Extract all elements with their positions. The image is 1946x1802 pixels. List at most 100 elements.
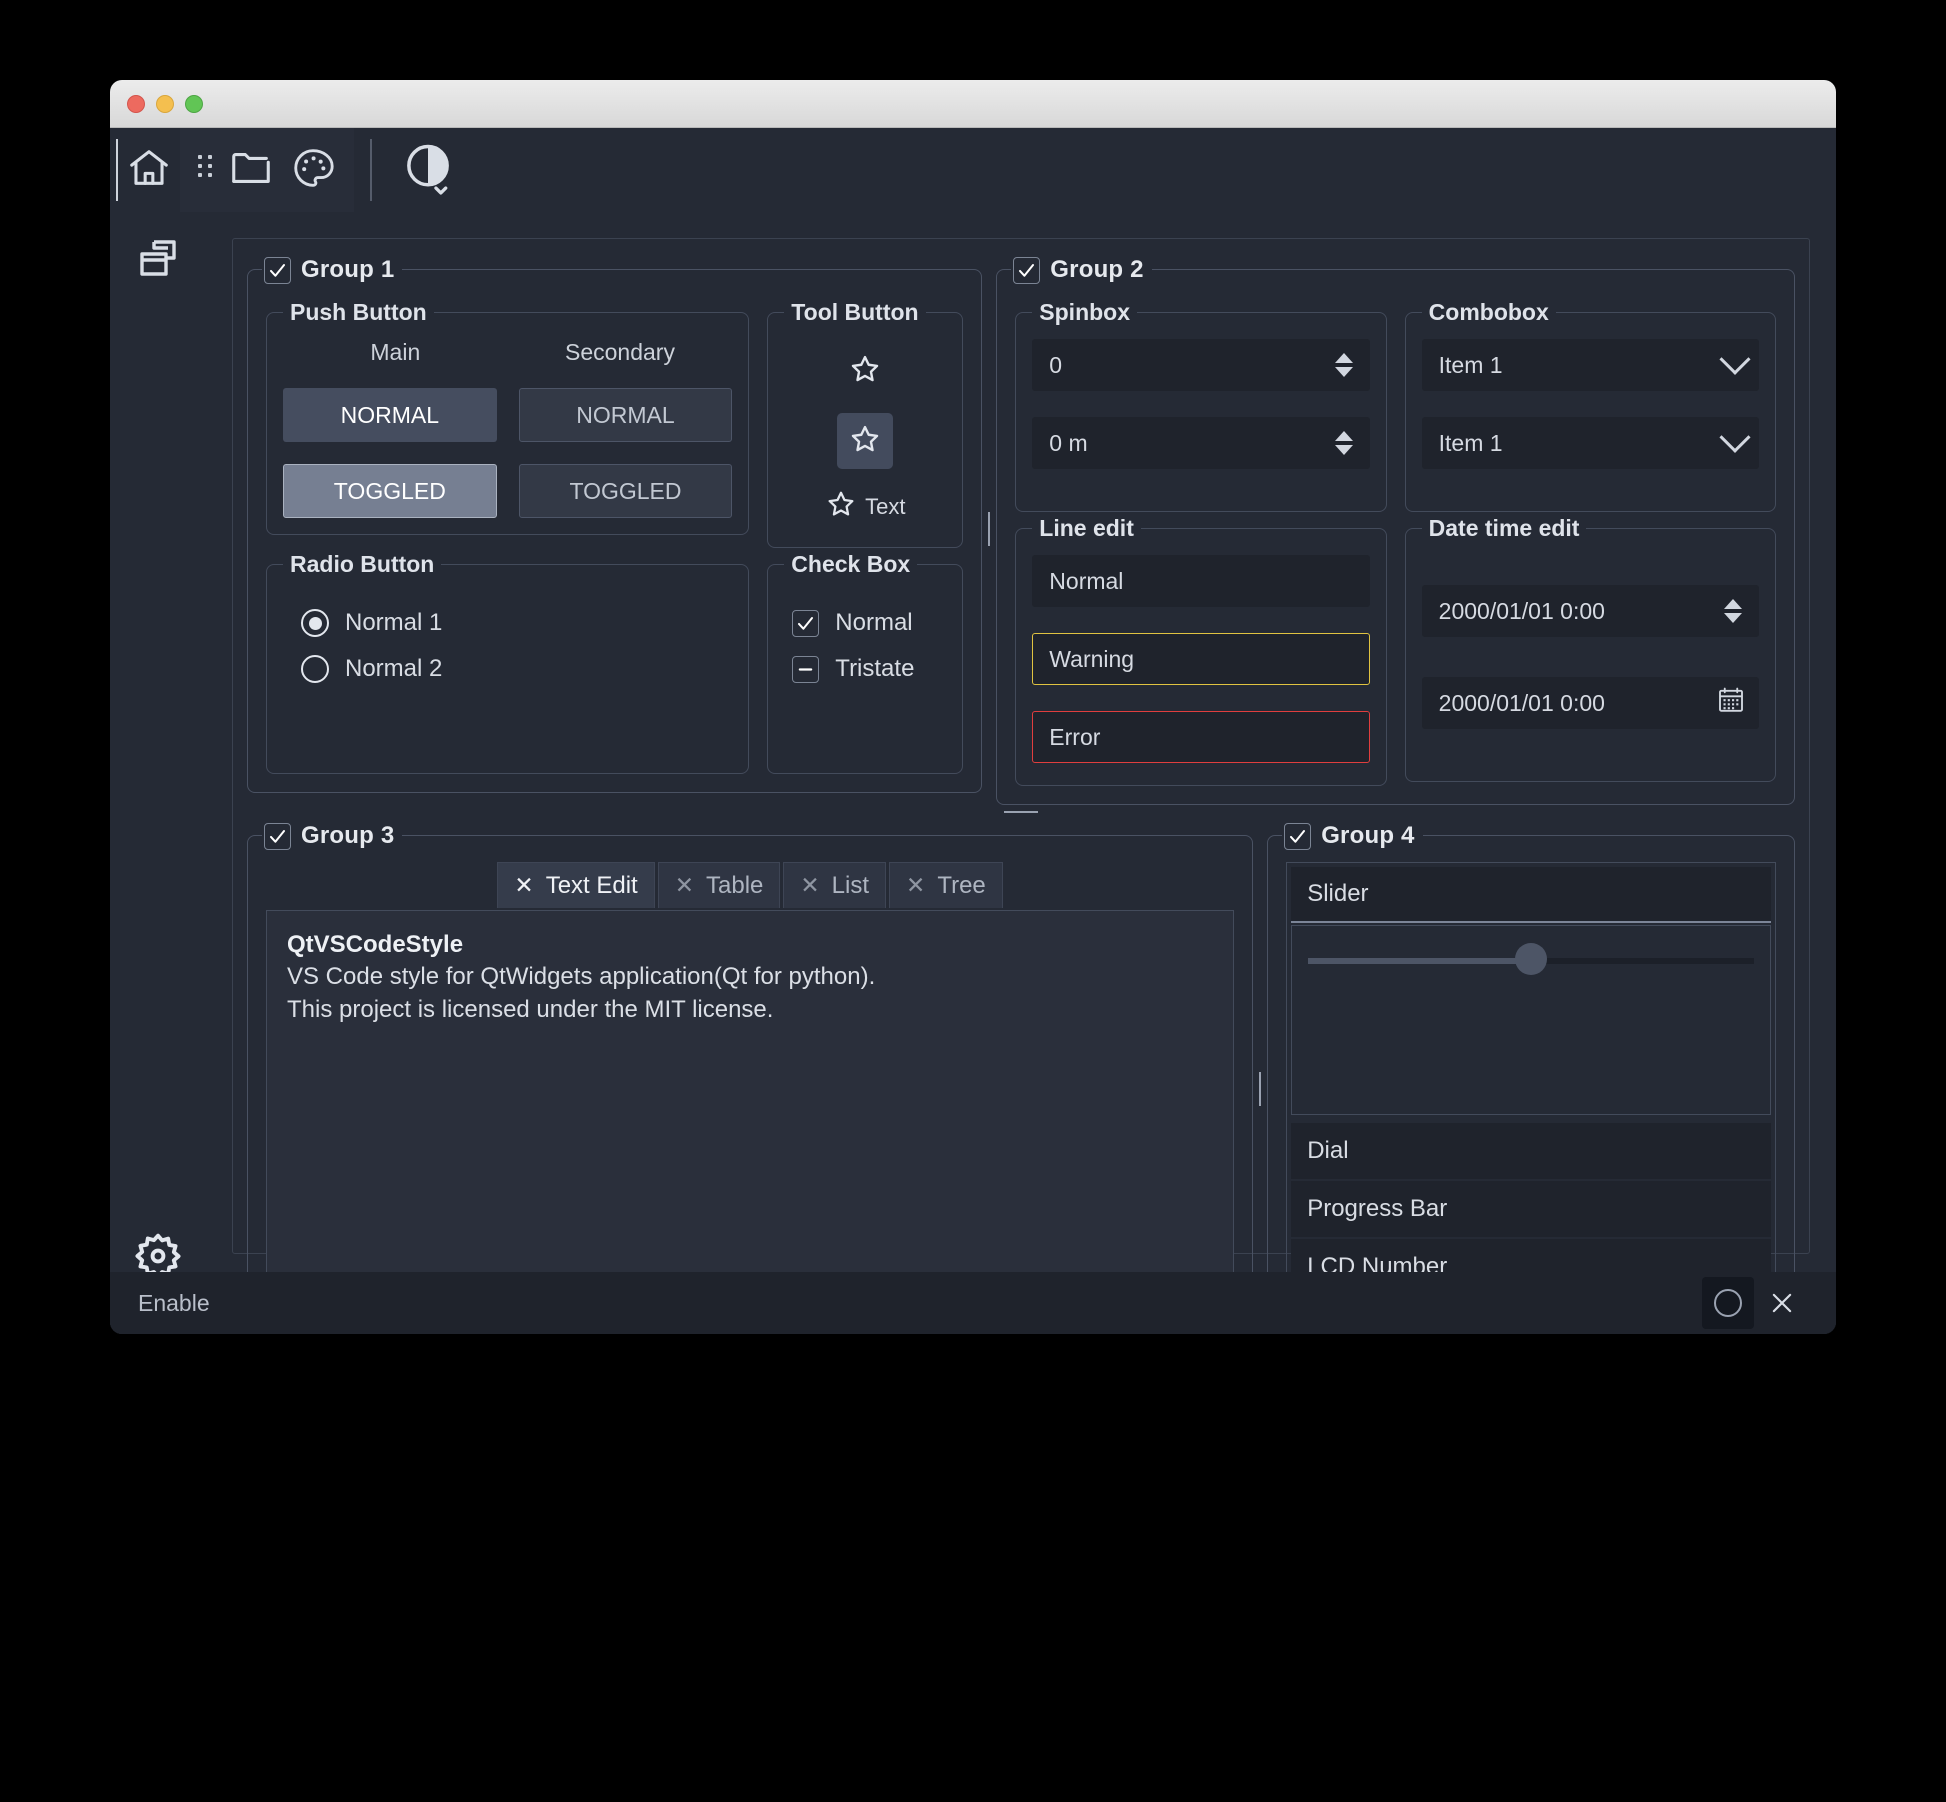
push-button-row-toggled: TOGGLED TOGGLED xyxy=(283,464,732,518)
main-toolbar xyxy=(110,128,1836,212)
radio-option-normal-2[interactable]: Normal 2 xyxy=(301,655,732,683)
check-option-tristate[interactable]: Tristate xyxy=(792,655,946,683)
line-edit-normal-value: Normal xyxy=(1049,568,1356,595)
open-folder-button[interactable] xyxy=(220,139,282,201)
spinbox-double[interactable]: 0 m xyxy=(1032,417,1369,469)
chevron-down-icon[interactable] xyxy=(1719,422,1750,453)
vertical-splitter-handle-bottom[interactable] xyxy=(1253,819,1267,1334)
push-button-row-normal: NORMAL NORMAL xyxy=(283,388,732,442)
close-icon[interactable]: ✕ xyxy=(675,872,694,899)
close-icon[interactable]: ✕ xyxy=(514,872,533,899)
line-edit-error[interactable]: Error xyxy=(1032,711,1369,763)
windows-button[interactable] xyxy=(110,212,206,308)
push-button-group: Push Button Main Secondary NORMAL NORMAL xyxy=(266,312,749,535)
group-1-top-row: Push Button Main Secondary NORMAL NORMAL xyxy=(266,296,963,548)
tab-label: Table xyxy=(706,872,763,900)
window-titlebar xyxy=(110,80,1836,128)
toolbox-section-progress-bar[interactable]: Progress Bar xyxy=(1291,1181,1771,1237)
radio-button-group: Radio Button Normal 1 Normal 2 xyxy=(266,564,749,774)
radio-indicator xyxy=(301,655,329,683)
tool-button-group: Tool Button xyxy=(767,312,963,548)
tab-label: List xyxy=(832,872,869,900)
main-toggled-button[interactable]: TOGGLED xyxy=(283,464,497,518)
drag-handle-icon[interactable] xyxy=(198,155,212,185)
home-button[interactable] xyxy=(118,139,180,201)
group-2: Group 2 Spinbox 0 xyxy=(996,269,1795,805)
group-2-checkbox[interactable] xyxy=(1013,257,1040,284)
combobox-1[interactable]: Item 1 xyxy=(1422,339,1759,391)
main-normal-button[interactable]: NORMAL xyxy=(283,388,497,442)
tab-tree[interactable]: ✕ Tree xyxy=(889,862,1003,908)
group-2-title: Group 2 xyxy=(1011,253,1151,287)
group-4-checkbox[interactable] xyxy=(1284,823,1311,850)
group-3-label: Group 3 xyxy=(301,822,394,850)
status-circle-button[interactable] xyxy=(1702,1277,1754,1329)
maximize-window-button[interactable] xyxy=(185,95,203,113)
check-option-normal[interactable]: Normal xyxy=(792,609,946,637)
app-window: Group 1 Push Button Main Secondary xyxy=(110,80,1836,1334)
tool-button-with-text[interactable]: Text xyxy=(817,483,913,531)
spinbox-int[interactable]: 0 xyxy=(1032,339,1369,391)
spinbox-arrows[interactable] xyxy=(1331,353,1357,377)
spinbox-group-title: Spinbox xyxy=(1032,297,1137,327)
check-box-group-title: Check Box xyxy=(784,549,917,579)
star-icon xyxy=(825,488,857,526)
theme-contrast-button[interactable] xyxy=(388,128,468,212)
toolbox-section-slider[interactable]: Slider xyxy=(1291,867,1771,923)
secondary-toggled-button[interactable]: TOGGLED xyxy=(519,464,733,518)
line-edit-warning[interactable]: Warning xyxy=(1032,633,1369,685)
content-frame: Group 1 Push Button Main Secondary xyxy=(232,238,1810,1254)
tab-table[interactable]: ✕ Table xyxy=(658,862,781,908)
check-option-label: Tristate xyxy=(835,655,914,683)
date-time-edit-group-title: Date time edit xyxy=(1422,513,1587,543)
contrast-icon xyxy=(400,140,456,201)
text-edit-area[interactable]: QtVSCodeStyle VS Code style for QtWidget… xyxy=(266,910,1234,1334)
windows-icon xyxy=(134,234,182,287)
text-edit-line-1: VS Code style for QtWidgets application(… xyxy=(287,961,1213,993)
close-icon xyxy=(1767,1288,1797,1318)
radio-button-group-title: Radio Button xyxy=(283,549,441,579)
line-edit-warning-value: Warning xyxy=(1049,646,1356,673)
horizontal-splitter-handle[interactable] xyxy=(247,811,1795,813)
tab-list[interactable]: ✕ List xyxy=(783,862,886,908)
palette-button[interactable] xyxy=(282,139,344,201)
radio-option-normal-1[interactable]: Normal 1 xyxy=(301,609,732,637)
group-3-checkbox[interactable] xyxy=(264,823,291,850)
status-close-button[interactable] xyxy=(1754,1277,1810,1329)
close-window-button[interactable] xyxy=(127,95,145,113)
calendar-icon[interactable] xyxy=(1716,685,1746,721)
group-1-panel: Group 1 Push Button Main Secondary xyxy=(247,253,982,805)
folder-icon xyxy=(228,145,274,196)
slider-track-filled xyxy=(1308,958,1531,964)
app-body: Group 1 Push Button Main Secondary xyxy=(110,128,1836,1334)
line-edit-error-value: Error xyxy=(1049,724,1356,751)
date-time-edit-spin[interactable]: 2000/01/01 0:00 xyxy=(1422,585,1759,637)
line-edit-normal[interactable]: Normal xyxy=(1032,555,1369,607)
vertical-splitter-handle[interactable] xyxy=(982,253,996,805)
combobox-2-value: Item 1 xyxy=(1439,430,1724,457)
group-1-checkbox[interactable] xyxy=(264,257,291,284)
combobox-2[interactable]: Item 1 xyxy=(1422,417,1759,469)
chevron-down-icon[interactable] xyxy=(1719,344,1750,375)
spinbox-arrows[interactable] xyxy=(1331,431,1357,455)
slider-handle[interactable] xyxy=(1515,943,1547,975)
group-1-label: Group 1 xyxy=(301,256,394,284)
minimize-window-button[interactable] xyxy=(156,95,174,113)
secondary-normal-button[interactable]: NORMAL xyxy=(519,388,733,442)
group-3: Group 3 ✕ Text Edit ✕ Table xyxy=(247,835,1253,1334)
push-button-headers: Main Secondary xyxy=(283,339,732,366)
toolbox-section-dial[interactable]: Dial xyxy=(1291,1123,1771,1179)
status-message: Enable xyxy=(138,1290,1702,1317)
tool-button-checked[interactable] xyxy=(837,413,893,469)
group-1: Group 1 Push Button Main Secondary xyxy=(247,269,982,793)
line-edit-group: Line edit Normal Warning Error xyxy=(1015,528,1386,786)
date-time-spin-arrows[interactable] xyxy=(1720,599,1746,623)
tab-text-edit[interactable]: ✕ Text Edit xyxy=(497,862,654,908)
close-icon[interactable]: ✕ xyxy=(800,872,819,899)
date-time-edit-calendar[interactable]: 2000/01/01 0:00 xyxy=(1422,677,1759,729)
close-icon[interactable]: ✕ xyxy=(906,872,925,899)
tool-button-plain[interactable] xyxy=(837,343,893,399)
group-2-top-row: Spinbox 0 0 m xyxy=(1015,296,1776,512)
group-1-title: Group 1 xyxy=(262,253,402,287)
slider[interactable] xyxy=(1308,956,1754,966)
